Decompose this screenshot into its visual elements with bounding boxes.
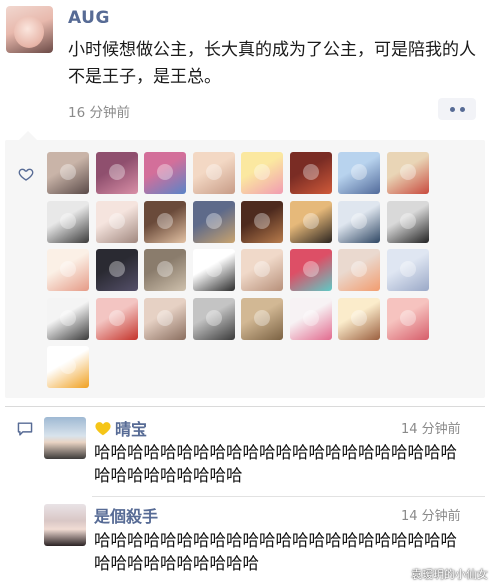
commenter-name[interactable]: 是個殺手 (94, 503, 158, 527)
liker-avatar[interactable] (95, 152, 138, 194)
comment-time: 14 分钟前 (401, 509, 461, 524)
dot-icon (449, 106, 455, 112)
liker-avatar[interactable] (144, 200, 186, 243)
liker-avatar[interactable] (47, 297, 89, 340)
liker-avatar[interactable] (338, 200, 380, 243)
post-text: 小时候想做公主，长大真的成为了公主，可是陪我的人不是王子，是王总。 (68, 40, 476, 87)
author-name[interactable]: AUG (68, 8, 110, 28)
commenter-avatar[interactable] (44, 504, 86, 546)
liker-avatar[interactable] (338, 152, 380, 194)
divider (5, 406, 485, 407)
liker-avatar[interactable] (241, 249, 283, 291)
liker-avatar[interactable] (95, 200, 138, 243)
liker-avatar[interactable] (289, 200, 332, 243)
liker-avatar[interactable] (47, 200, 89, 243)
liker-avatar[interactable] (338, 249, 380, 291)
commenter-name[interactable]: 晴宝 (94, 416, 147, 440)
liker-avatar[interactable] (289, 297, 332, 340)
liker-avatar[interactable] (144, 152, 186, 194)
author-avatar[interactable] (6, 6, 53, 53)
liker-avatar[interactable] (47, 249, 89, 291)
liker-avatar[interactable] (47, 346, 89, 388)
liker-avatar[interactable] (144, 249, 186, 291)
liker-avatar[interactable] (338, 297, 380, 340)
comment-icon (17, 422, 33, 436)
comment-time: 14 分钟前 (401, 422, 461, 437)
liker-avatar[interactable] (289, 249, 332, 291)
liker-avatar[interactable] (386, 297, 429, 340)
more-actions-button[interactable] (438, 98, 476, 120)
liker-avatar[interactable] (192, 152, 235, 194)
liker-avatar[interactable] (144, 297, 186, 340)
liker-avatar[interactable] (241, 297, 283, 340)
watermark: 袁瑷玥的小仙女 (411, 568, 488, 581)
dot-icon (459, 106, 465, 112)
liker-avatar-grid (47, 152, 437, 388)
yellow-heart-icon (95, 422, 111, 436)
liker-avatar[interactable] (386, 200, 429, 243)
liker-avatar[interactable] (192, 200, 235, 243)
liker-avatar[interactable] (95, 249, 138, 291)
liker-avatar[interactable] (192, 297, 235, 340)
liker-avatar[interactable] (386, 249, 429, 291)
like-heart-icon (18, 168, 34, 181)
liker-avatar[interactable] (289, 152, 332, 194)
liker-avatar[interactable] (241, 200, 283, 243)
liker-avatar[interactable] (95, 297, 138, 340)
comment-text: 哈哈哈哈哈哈哈哈哈哈哈哈哈哈哈哈哈哈哈哈哈哈哈哈哈哈哈哈哈哈哈 (94, 443, 457, 485)
divider (92, 496, 485, 497)
commenter-name-text: 晴宝 (115, 420, 148, 439)
liker-avatar[interactable] (192, 249, 235, 291)
post-time: 16 分钟前 (68, 105, 130, 121)
commenter-avatar[interactable] (44, 417, 86, 459)
liker-avatar[interactable] (241, 152, 283, 194)
liker-avatar[interactable] (386, 152, 429, 194)
liker-avatar[interactable] (47, 152, 89, 194)
